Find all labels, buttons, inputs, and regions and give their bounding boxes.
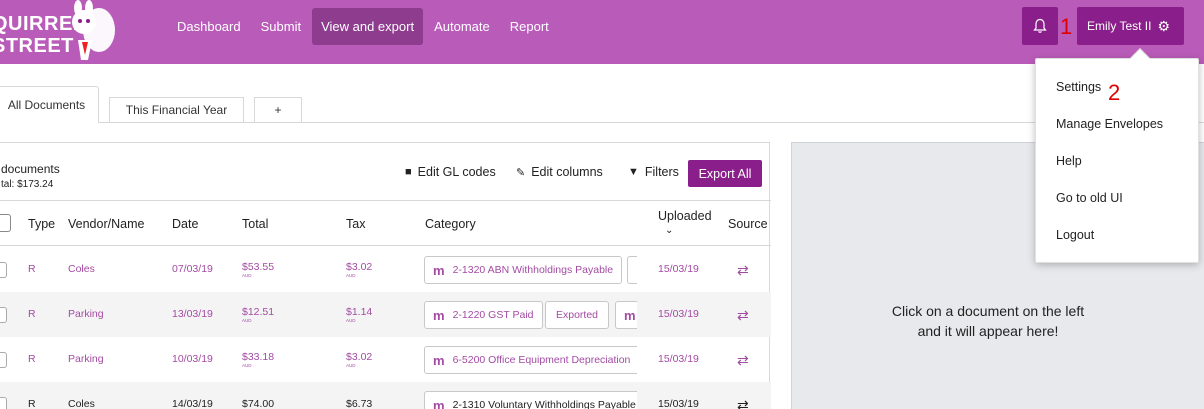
category-button[interactable]: m 2-1320 ABN Withholdings Payable <box>424 256 623 284</box>
col-date[interactable]: Date <box>172 217 198 231</box>
logo-text-line1: QUIRREL <box>0 13 86 35</box>
user-name: Emily Test II <box>1087 19 1152 33</box>
gear-icon: ⚙ <box>1157 17 1171 34</box>
sync-arrows-icon: ⇄ <box>737 307 749 323</box>
col-vendor[interactable]: Vendor/Name <box>68 217 144 231</box>
preview-line1: Click on a document on the left <box>891 303 1085 319</box>
menu-item-help[interactable]: Help <box>1056 154 1082 168</box>
table-header: Type Vendor/Name Date Total Tax Category… <box>0 201 771 246</box>
filter-icon: ▼ <box>628 166 639 178</box>
document-total: tal: $173.24 <box>1 179 54 190</box>
menu-item-logout[interactable]: Logout <box>1056 228 1094 242</box>
row-uploaded: 15/03/19 <box>658 308 699 320</box>
menu-item-settings[interactable]: Settings <box>1056 80 1101 94</box>
book-icon: ■ <box>405 166 412 178</box>
col-tax[interactable]: Tax <box>346 217 365 231</box>
table-row[interactable]: R Parking 13/03/19 $12.51 AUD $1.14 AUD m2… <box>0 292 771 337</box>
myob-logo-icon: m <box>433 307 445 323</box>
top-nav-bar: QUIRREL STREET Dashboard Submit View and… <box>0 0 1204 64</box>
row-uploaded: 15/03/19 <box>658 398 699 409</box>
filters-button[interactable]: ▼ Filters <box>628 165 679 179</box>
select-all-checkbox[interactable] <box>0 214 11 232</box>
myob-logo-icon: m <box>433 397 445 409</box>
col-category[interactable]: Category <box>425 217 476 231</box>
documents-panel: documents tal: $173.24 ■ Edit GL codes ✎… <box>0 142 771 409</box>
squirrel-street-logo[interactable]: QUIRREL STREET <box>0 0 132 64</box>
filters-label: Filters <box>644 165 679 179</box>
myob-logo-icon: m <box>433 262 445 278</box>
user-menu-button[interactable]: Emily Test II ⚙ <box>1077 7 1184 45</box>
edit-columns-button[interactable]: ✎ Edit columns <box>516 165 603 179</box>
edit-gl-codes-label: Edit GL codes <box>417 165 496 179</box>
category-clip: m 2-1310 Voluntary Withholdings Payable <box>0 382 637 409</box>
row-uploaded: 15/03/19 <box>658 263 699 275</box>
edit-columns-label: Edit columns <box>531 165 603 179</box>
category-clip: m 2-1320 ABN Withholdings Payable <box>0 247 637 292</box>
menu-item-old-ui[interactable]: Go to old UI <box>1056 191 1123 205</box>
annotation-1: 1 <box>1060 14 1073 39</box>
myob-logo-icon: m <box>433 352 445 368</box>
nav-report[interactable]: Report <box>501 8 558 45</box>
document-count: documents <box>1 162 60 176</box>
menu-item-manage-envelopes[interactable]: Manage Envelopes <box>1056 117 1163 131</box>
col-uploaded[interactable]: Uploaded <box>658 209 712 223</box>
table-row[interactable]: R Coles 14/03/19 $74.00 $6.73 m 2-1310 Vo… <box>0 382 771 409</box>
nav-submit[interactable]: Submit <box>252 8 310 45</box>
edit-gl-codes-button[interactable]: ■ Edit GL codes <box>405 165 496 179</box>
category-clip: m 2-1220 GST Paid Exported m <box>0 292 637 337</box>
sync-arrows-icon: ⇄ <box>737 352 749 368</box>
sync-arrows-icon: ⇄ <box>737 397 749 409</box>
col-total[interactable]: Total <box>242 217 268 231</box>
panel-header: documents tal: $173.24 ■ Edit GL codes ✎… <box>0 143 771 201</box>
main-nav: Dashboard Submit View and export Automat… <box>168 8 560 45</box>
col-source[interactable]: Source <box>728 217 768 231</box>
annotation-2: 2 <box>1108 80 1121 105</box>
category-button[interactable]: m 2-1310 Voluntary Withholdings Payable <box>424 391 637 409</box>
category-label: 6-5200 Office Equipment Depreciation <box>452 354 631 366</box>
logo-text-line2: STREET <box>0 35 74 57</box>
export-all-button[interactable]: Export All <box>688 160 762 187</box>
col-type[interactable]: Type <box>28 217 55 231</box>
nav-dashboard[interactable]: Dashboard <box>168 8 250 45</box>
tabs-divider <box>0 122 1204 123</box>
row-uploaded: 15/03/19 <box>658 353 699 365</box>
myob-logo-icon: m <box>624 307 636 323</box>
category-clip: m 6-5200 Office Equipment Depreciation <box>0 337 637 382</box>
category-button-overflow[interactable] <box>627 256 637 284</box>
category-button[interactable]: m 2-1220 GST Paid <box>424 301 543 329</box>
category-label: 2-1220 GST Paid <box>452 309 534 321</box>
tab-all-documents[interactable]: All Documents <box>0 86 99 123</box>
category-label: 2-1320 ABN Withholdings Payable <box>452 264 614 276</box>
bell-icon <box>1033 18 1047 33</box>
preview-placeholder: Click on a document on the left and it w… <box>792 301 1184 341</box>
exported-badge: Exported <box>545 301 610 329</box>
tab-this-financial-year[interactable]: This Financial Year <box>109 97 244 122</box>
sort-chevron-icon[interactable]: ⌄ <box>665 225 673 236</box>
tab-add[interactable]: + <box>254 97 302 122</box>
pencil-icon: ✎ <box>516 166 526 179</box>
category-button-overflow[interactable]: m <box>615 301 637 329</box>
category-button[interactable]: m 6-5200 Office Equipment Depreciation <box>424 346 637 374</box>
category-label: 2-1310 Voluntary Withholdings Payable <box>452 399 636 409</box>
table-row[interactable]: R Parking 10/03/19 $33.18 AUD $3.02 AUD m6… <box>0 337 771 382</box>
nav-automate[interactable]: Automate <box>425 8 499 45</box>
notifications-button[interactable] <box>1022 7 1058 45</box>
sync-arrows-icon: ⇄ <box>737 262 749 278</box>
table-row[interactable]: R Coles 07/03/19 $53.55 AUD $3.02 AUD m 2-1… <box>0 247 771 292</box>
preview-line2: and it will appear here! <box>917 323 1059 339</box>
nav-view-and-export[interactable]: View and export <box>312 8 424 45</box>
